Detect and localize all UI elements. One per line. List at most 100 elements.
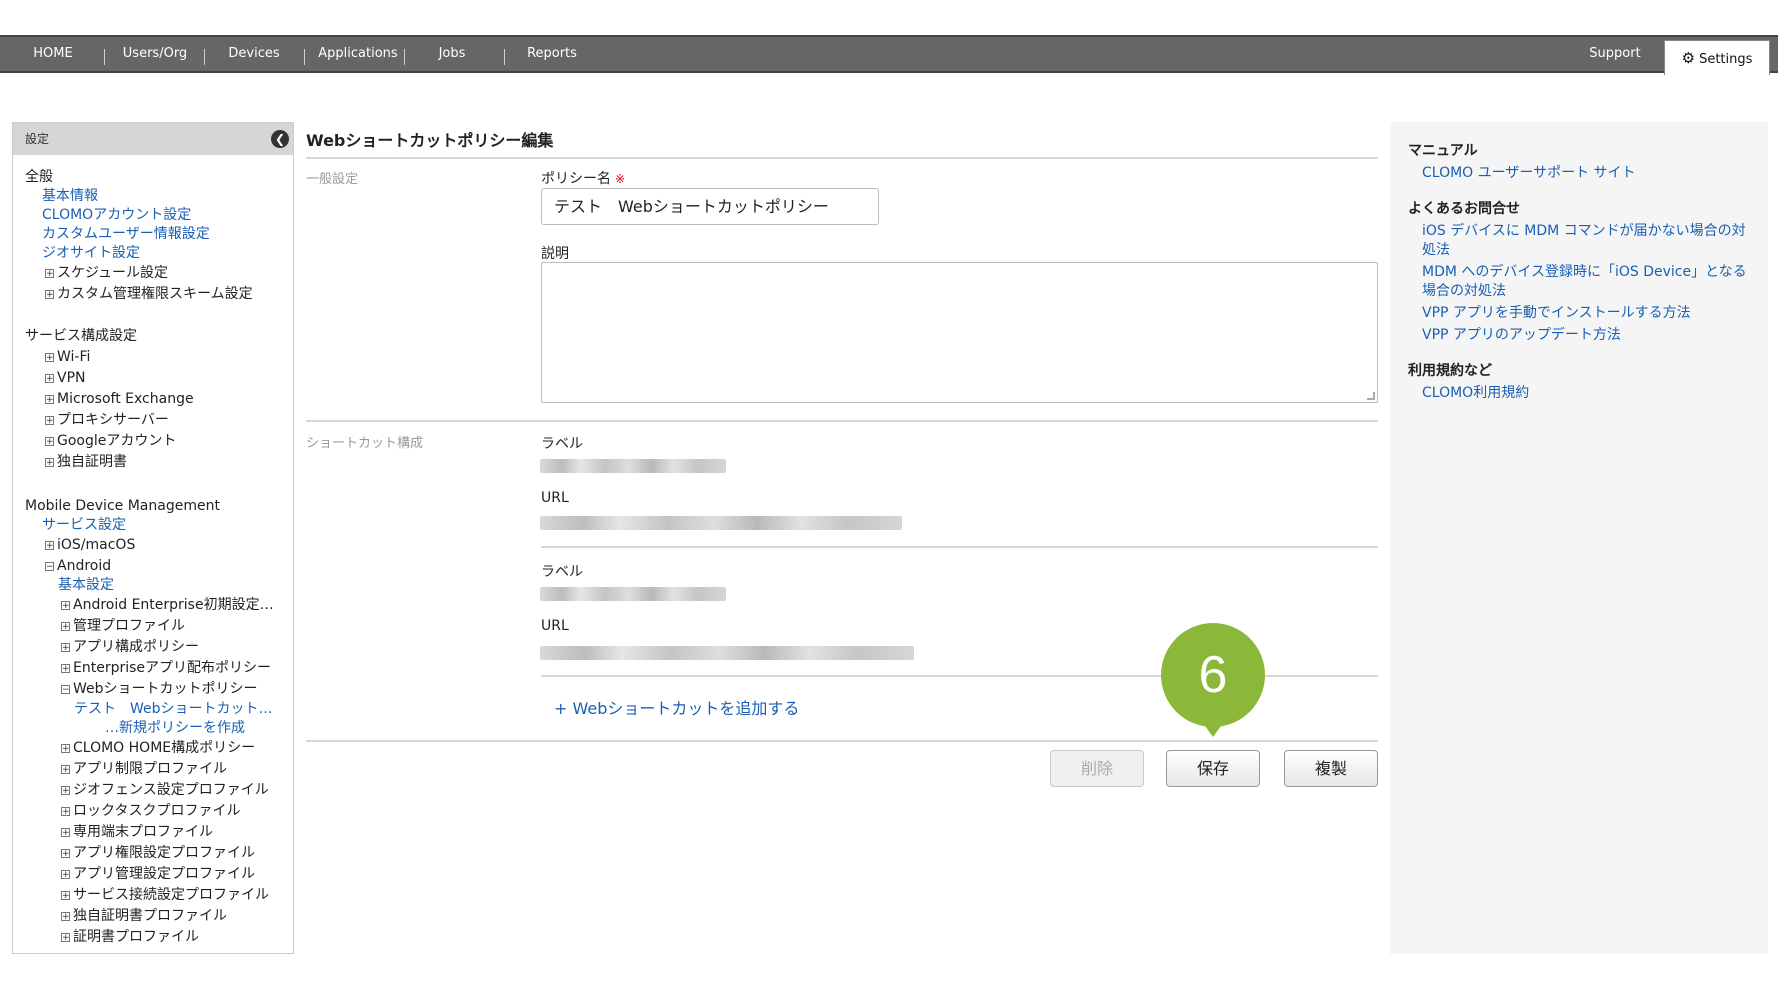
sidebar-item-app-management[interactable]: + アプリ管理設定プロファイル [61, 864, 255, 884]
sidebar-item-lock-task[interactable]: + ロックタスクプロファイル [61, 801, 240, 821]
sidebar-link-service-settings[interactable]: サービス設定 [42, 515, 126, 535]
nav-separator [304, 49, 305, 65]
duplicate-button[interactable]: 複製 [1284, 750, 1378, 787]
sidebar-item-certificate-profile[interactable]: + 証明書プロファイル [61, 927, 199, 947]
settings-sidebar: 設定 ❮ 全般 基本情報 CLOMOアカウント設定 カスタムユーザー情報設定 ジ… [12, 122, 294, 954]
sidebar-item-app-permission[interactable]: + アプリ権限設定プロファイル [61, 843, 255, 863]
shortcut-1-url-value-redacted [540, 516, 902, 530]
expand-icon: + [61, 601, 70, 611]
help-link-user-support[interactable]: CLOMO ユーザーサポート サイト [1422, 164, 1636, 183]
sidebar-link-clomo-account[interactable]: CLOMOアカウント設定 [42, 205, 191, 225]
collapse-icon: − [61, 685, 70, 695]
divider [541, 546, 1378, 548]
page-title: Webショートカットポリシー編集 [306, 131, 554, 150]
sidebar-title: 設定 [25, 132, 50, 146]
nav-applications[interactable]: Applications [310, 37, 406, 71]
sidebar-item-exchange[interactable]: + Microsoft Exchange [45, 389, 194, 409]
sidebar-item-ios-macos[interactable]: + iOS/macOS [45, 535, 135, 555]
sidebar-item-app-config-policy[interactable]: + アプリ構成ポリシー [61, 637, 199, 657]
sidebar-item-google-account[interactable]: + Googleアカウント [45, 431, 176, 451]
help-link-faq-mdm-command-cont[interactable]: 処法 [1422, 241, 1450, 260]
description-textarea[interactable] [541, 262, 1378, 403]
sidebar-item-certificate[interactable]: + 独自証明書 [45, 452, 127, 472]
add-web-shortcut-link[interactable]: + Webショートカットを追加する [554, 695, 799, 719]
nav-separator [204, 49, 205, 65]
expand-icon: + [61, 933, 70, 943]
sidebar-link-geosite[interactable]: ジオサイト設定 [42, 243, 140, 263]
sidebar-item-android-enterprise[interactable]: + Android Enterprise初期設定… [61, 595, 274, 615]
expand-icon: + [61, 744, 70, 754]
sidebar-item-vpn[interactable]: + VPN [45, 368, 86, 388]
nav-devices[interactable]: Devices [214, 37, 294, 71]
expand-icon: + [61, 912, 70, 922]
sidebar-item-app-restriction[interactable]: + アプリ制限プロファイル [61, 759, 227, 779]
nav-home[interactable]: HOME [22, 37, 84, 71]
resize-handle[interactable] [1367, 392, 1375, 400]
sidebar-section-general: 全般 [25, 169, 53, 185]
nav-users-org[interactable]: Users/Org [112, 37, 198, 71]
sidebar-item-management-profile[interactable]: + 管理プロファイル [61, 616, 185, 636]
expand-icon: + [45, 395, 54, 405]
help-panel: マニュアル CLOMO ユーザーサポート サイト よくあるお問合せ iOS デバ… [1390, 122, 1768, 954]
shortcut-2-label-label: ラベル [541, 564, 583, 580]
expand-icon: + [45, 290, 54, 300]
save-button[interactable]: 保存 [1166, 750, 1260, 787]
expand-icon: + [61, 643, 70, 653]
expand-icon: + [61, 664, 70, 674]
sidebar-item-web-shortcut-policy[interactable]: − Webショートカットポリシー [61, 679, 258, 699]
nav-separator [504, 49, 505, 65]
help-faq-title: よくあるお問合せ [1408, 201, 1520, 217]
expand-icon: + [45, 541, 54, 551]
expand-icon: + [45, 353, 54, 363]
nav-separator [104, 49, 105, 65]
shortcut-2-label-value-redacted [540, 587, 726, 601]
help-link-faq-vpp-update[interactable]: VPP アプリのアップデート方法 [1422, 326, 1621, 345]
step-number: 6 [1161, 623, 1265, 727]
nav-settings-tab[interactable]: ⚙ Settings [1664, 40, 1770, 75]
description-label: 説明 [541, 246, 569, 262]
expand-icon: + [45, 374, 54, 384]
sidebar-link-new-policy[interactable]: …新規ポリシーを作成 [105, 718, 245, 738]
sidebar-link-test-web-shortcut[interactable]: テスト Webショートカット… [74, 699, 273, 719]
expand-icon: + [61, 891, 70, 901]
gear-icon: ⚙ [1681, 49, 1696, 67]
sidebar-link-custom-user-info[interactable]: カスタムユーザー情報設定 [42, 224, 210, 244]
section-general: 一般設定 [306, 172, 359, 187]
shortcut-2-url-value-redacted [540, 646, 914, 660]
policy-name-label: ポリシー名 ※ [541, 171, 626, 187]
shortcut-1-url-label: URL [541, 490, 569, 506]
sidebar-item-service-connection[interactable]: + サービス接続設定プロファイル [61, 885, 269, 905]
help-link-faq-mdm-command[interactable]: iOS デバイスに MDM コマンドが届かない場合の対 [1422, 222, 1746, 241]
sidebar-item-custom-permission[interactable]: + カスタム管理権限スキーム設定 [45, 284, 253, 304]
divider [306, 157, 1378, 159]
expand-icon: + [61, 786, 70, 796]
step-marker: 6 [1161, 623, 1265, 737]
sidebar-item-wifi[interactable]: + Wi-Fi [45, 347, 90, 367]
nav-separator [404, 49, 405, 65]
help-link-faq-vpp-install[interactable]: VPP アプリを手動でインストールする方法 [1422, 304, 1691, 323]
help-link-terms[interactable]: CLOMO利用規約 [1422, 384, 1529, 403]
sidebar-item-android[interactable]: − Android [45, 556, 111, 576]
help-link-faq-ios-device[interactable]: MDM へのデバイス登録時に「iOS Device」となる [1422, 263, 1747, 282]
sidebar-item-enterprise-app-policy[interactable]: + Enterpriseアプリ配布ポリシー [61, 658, 271, 678]
policy-name-input[interactable]: テスト Webショートカットポリシー [541, 188, 879, 225]
collapse-sidebar-icon[interactable]: ❮ [271, 130, 289, 148]
sidebar-item-geofence[interactable]: + ジオフェンス設定プロファイル [61, 780, 269, 800]
required-mark: ※ [615, 172, 626, 186]
sidebar-item-schedule[interactable]: + スケジュール設定 [45, 263, 168, 283]
sidebar-item-proxy[interactable]: + プロキシサーバー [45, 410, 169, 430]
top-navigation-bar: HOME Users/Org Devices Applications Jobs… [0, 35, 1778, 75]
nav-support[interactable]: Support [1580, 37, 1650, 71]
sidebar-section-service: サービス構成設定 [25, 328, 137, 344]
delete-button[interactable]: 削除 [1050, 750, 1144, 787]
sidebar-item-dedicated-device[interactable]: + 専用端末プロファイル [61, 822, 213, 842]
nav-reports[interactable]: Reports [514, 37, 590, 71]
divider [306, 420, 1378, 422]
sidebar-link-basic-info[interactable]: 基本情報 [42, 186, 98, 206]
expand-icon: + [61, 870, 70, 880]
nav-jobs[interactable]: Jobs [414, 37, 490, 71]
sidebar-item-clomo-home[interactable]: + CLOMO HOME構成ポリシー [61, 738, 255, 758]
sidebar-item-custom-certificate[interactable]: + 独自証明書プロファイル [61, 906, 227, 926]
sidebar-link-android-basic[interactable]: 基本設定 [58, 575, 114, 595]
help-link-faq-ios-device-cont[interactable]: 場合の対処法 [1422, 282, 1506, 301]
